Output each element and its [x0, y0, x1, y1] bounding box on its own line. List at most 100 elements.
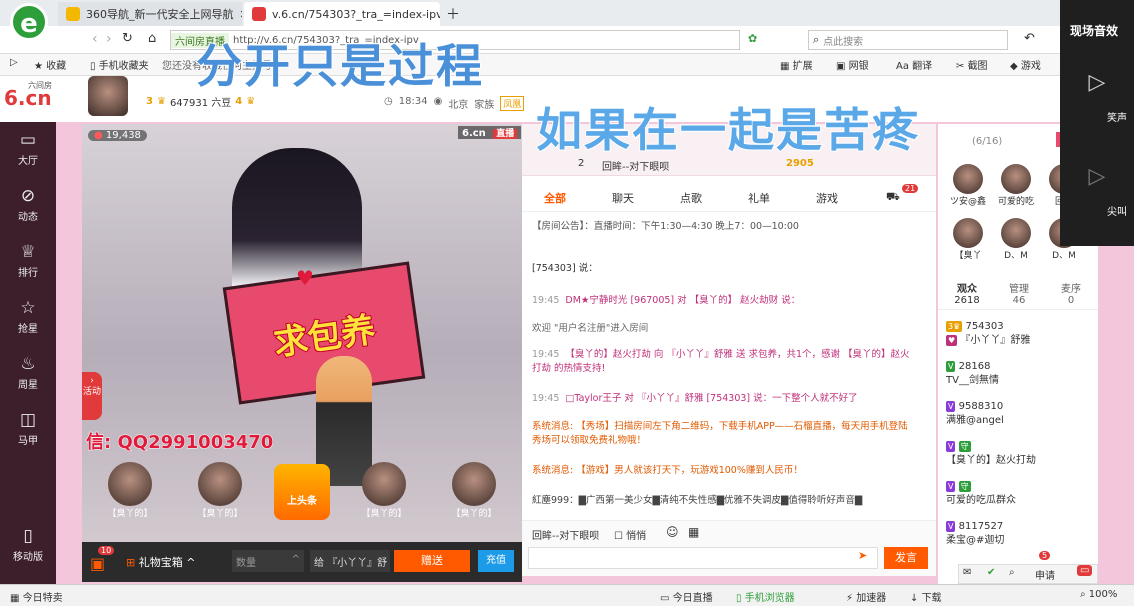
vip-badge: V — [946, 481, 956, 492]
tab-admins[interactable]: 管理 46 — [996, 280, 1042, 306]
image-icon[interactable]: ▦ — [688, 525, 699, 539]
seat[interactable]: 【臭丫的】 — [434, 462, 514, 519]
home-icon[interactable]: ⌂ — [148, 31, 156, 46]
tab-badge: 21 — [902, 184, 919, 193]
guard-item[interactable]: D、M — [996, 218, 1036, 261]
send-plane-icon: ➤ — [858, 549, 868, 562]
browser-logo[interactable]: e — [10, 3, 48, 41]
mail-icon[interactable]: ✉ — [963, 567, 971, 578]
heart-icon: ♥ — [296, 266, 314, 290]
status-zoom[interactable]: ⌕ 100% — [1080, 589, 1117, 600]
user-list-item[interactable]: V 9588310 满雅@angel — [946, 400, 1004, 428]
play-icon: ▷ — [1088, 164, 1106, 189]
nav-mobile[interactable]: ▯ 移动版 — [0, 526, 56, 563]
tool-ebank[interactable]: ▣ 网银 — [836, 57, 869, 72]
back-icon[interactable]: ‹ — [92, 31, 98, 47]
lyric-line-1: 分开只是过程 — [195, 38, 484, 94]
tab-song[interactable]: 点歌 — [680, 190, 702, 206]
chevron-up-icon: ^ — [186, 556, 196, 569]
user-list-item[interactable]: V 守【臭丫的】赵火打劫 — [946, 440, 1036, 468]
nav-vest[interactable]: ◫ 马甲 — [0, 410, 56, 447]
undo-icon[interactable]: ↶ — [1024, 31, 1035, 46]
user-list-item[interactable]: 3♛ 754303 ♥ 『小丫丫』舒雅 — [946, 320, 1030, 348]
tab-games[interactable]: 游戏 — [816, 190, 838, 206]
chat-bubble-icon[interactable]: ▭ — [1077, 565, 1093, 576]
security-icon[interactable]: ✿ — [748, 32, 757, 45]
guard-item[interactable]: ツ安@鑫 — [948, 164, 988, 207]
family-tag[interactable]: 凤凰 — [500, 96, 525, 111]
tab-chat[interactable]: 聊天 — [612, 190, 634, 206]
host-avatar[interactable] — [88, 76, 128, 116]
user-list-item[interactable]: V 8117527 柔宝@#迦切 — [946, 520, 1004, 548]
chat-input[interactable] — [528, 547, 878, 569]
family-label: 家族 — [474, 100, 495, 111]
seat[interactable]: 【臭丫的】 — [344, 462, 424, 519]
video-player[interactable]: ● 19,438 6.cn 直播 求包养 ♥ › 活动 信: QQ29910034… — [82, 124, 522, 582]
star-icon: ☆ — [20, 298, 36, 318]
nav-star[interactable]: ☆ 抢星 — [0, 298, 56, 335]
car-icon[interactable]: ⛟ — [886, 190, 900, 205]
forward-icon[interactable]: › — [106, 31, 112, 47]
seat[interactable]: 【臭丫的】 — [180, 462, 260, 519]
user-list-item[interactable]: V 28168 TV__剑無情 — [946, 360, 999, 388]
red-packet-icon[interactable]: ▣ — [90, 554, 105, 573]
status-mobile-browser[interactable]: ▯ 手机浏览器 — [736, 589, 795, 604]
recipient-field[interactable]: 给 『小丫丫』舒 — [310, 550, 390, 572]
bookmark-favorites[interactable]: ★ 收藏 — [34, 57, 66, 72]
crown-icon: ♕ — [20, 242, 36, 262]
send-gift-button[interactable]: 赠送 — [394, 550, 470, 572]
nav-ranking[interactable]: ♕ 排行 — [0, 242, 56, 279]
quiet-checkbox[interactable]: ☐ 悄悄 — [614, 527, 646, 542]
close-icon[interactable]: ✕ — [240, 8, 243, 21]
song-name[interactable]: 回眸--对下眼呗 — [602, 158, 669, 173]
sfx-scream-button[interactable]: ▷ 尖叫 — [1072, 164, 1127, 234]
emoji-icon[interactable]: ☺ — [666, 525, 679, 539]
tab-360-nav[interactable]: 360导航_新一代安全上网导航 ✕ — [58, 2, 242, 26]
nav-hall[interactable]: ▭ 大厅 — [0, 130, 56, 167]
recharge-button[interactable]: 充值 — [478, 550, 514, 572]
status-accelerator[interactable]: ⚡ 加速器 — [846, 589, 886, 604]
compass-icon: ⊘ — [20, 186, 36, 206]
crown-icon: ♛ — [156, 96, 166, 107]
refresh-icon[interactable]: ↻ — [122, 31, 133, 46]
guard-item[interactable]: 可爱的吃 — [996, 164, 1036, 207]
guard-item[interactable]: 【臭丫 — [948, 218, 988, 261]
gift-box-button[interactable]: ⊞ 礼物宝箱 ^ — [126, 554, 195, 570]
tab-all[interactable]: 全部 — [544, 190, 566, 206]
tab-gifts[interactable]: 礼单 — [748, 190, 770, 206]
search-box[interactable]: ⌕ 点此搜索 — [808, 30, 1008, 50]
tool-translate[interactable]: Aa 翻译 — [896, 57, 932, 72]
tool-extensions[interactable]: ▦ 扩展 — [780, 57, 813, 72]
status-deals[interactable]: ▦ 今日特卖 — [10, 589, 63, 604]
tab-6cn[interactable]: v.6.cn/754303?_tra_=index-ipv ✕ — [244, 2, 440, 26]
user-list-item[interactable]: V 守可爱的吃瓜群众 — [946, 480, 1016, 508]
status-download[interactable]: ↓ 下载 — [910, 589, 942, 604]
tab-mic-queue[interactable]: 麦序 0 — [1048, 280, 1094, 306]
activity-tab[interactable]: › 活动 — [82, 372, 102, 420]
new-tab-button[interactable]: ＋ — [446, 4, 460, 24]
status-live[interactable]: ▭ 今日直播 — [660, 589, 713, 604]
tab-audience[interactable]: 观众 2618 — [944, 280, 990, 306]
chat-target[interactable]: 回眸--对下眼呗 — [532, 527, 599, 542]
search-icon: ⌕ — [813, 33, 820, 46]
live-badge: 直播 — [493, 129, 518, 139]
quantity-field[interactable]: 数量 ^ — [232, 550, 304, 572]
sidebar-toggle-icon[interactable]: ▷ — [10, 57, 18, 68]
send-message-button[interactable]: 发言 — [884, 547, 928, 569]
tool-screenshot[interactable]: ✂ 截图 — [956, 57, 988, 72]
seat[interactable]: 【臭丫的】 — [90, 462, 170, 519]
nav-dynamic[interactable]: ⊘ 动态 — [0, 186, 56, 223]
top-seat[interactable]: 上头条 — [274, 464, 330, 520]
apply-button[interactable]: 申请 — [1035, 567, 1055, 582]
seat-avatar — [198, 462, 242, 506]
host-info: ◷ 18:34 ◉ 北京 家族 凤凰 — [384, 96, 525, 111]
nav-weekly[interactable]: ♨ 周星 — [0, 354, 56, 391]
tool-games[interactable]: ◆ 游戏 — [1010, 57, 1041, 72]
search-icon[interactable]: ⌕ — [1009, 567, 1015, 578]
location: 北京 — [448, 100, 469, 111]
system-message: 系统消息: 【游戏】男人就该打天下，玩游戏100%赚到人民币！ — [532, 465, 803, 476]
check-icon[interactable]: ✔ — [987, 567, 995, 578]
bookmark-mobile[interactable]: ▯ 手机收藏夹 — [90, 57, 149, 72]
host-stats: 3 ♛ 647931 六豆 4 ♛ — [146, 94, 255, 109]
sfx-laugh-button[interactable]: ▷ 笑声 — [1072, 70, 1127, 140]
